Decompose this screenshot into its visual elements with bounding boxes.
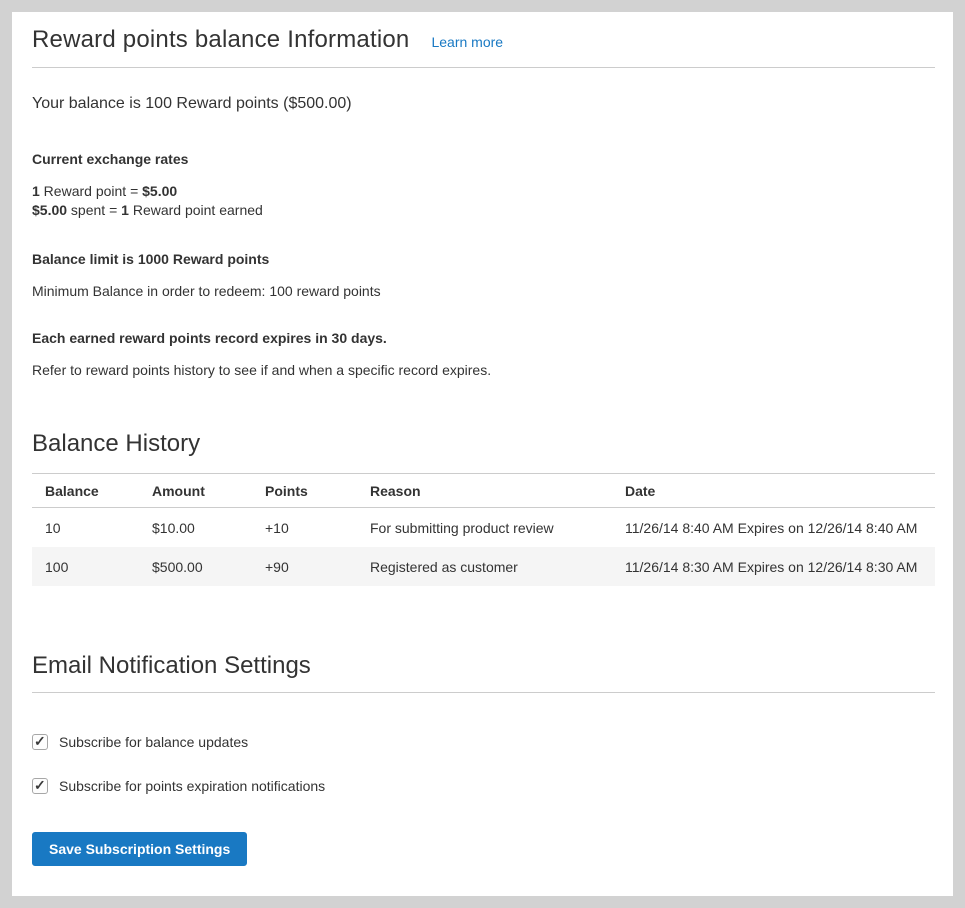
panel-header: Reward points balance Information Learn … (32, 26, 935, 54)
table-header: Balance Amount Points Reason Date (32, 474, 935, 508)
reward-points-panel: Reward points balance Information Learn … (12, 12, 953, 896)
points-expiration-option[interactable]: Subscribe for points expiration notifica… (32, 778, 935, 794)
save-subscription-settings-button[interactable]: Save Subscription Settings (32, 832, 247, 866)
balance-summary: Your balance is 100 Reward points ($500.… (32, 95, 935, 113)
expiration-hint: Refer to reward points history to see if… (32, 362, 935, 378)
exchange-rate-lines: 1 Reward point = $5.00 $5.00 spent = 1 R… (32, 182, 935, 220)
balance-updates-checkbox[interactable] (32, 734, 48, 750)
expiration-note: Each earned reward points record expires… (32, 330, 935, 346)
table-row: 10 $10.00 +10 For submitting product rev… (32, 508, 935, 548)
balance-limit-note: Balance limit is 1000 Reward points (32, 251, 935, 267)
cell-balance: 100 (32, 547, 139, 586)
points-expiration-checkbox[interactable] (32, 778, 48, 794)
exchange-rates-heading: Current exchange rates (32, 151, 935, 167)
learn-more-link[interactable]: Learn more (431, 34, 503, 50)
divider (32, 692, 935, 693)
column-header-amount: Amount (139, 474, 252, 508)
balance-updates-option[interactable]: Subscribe for balance updates (32, 734, 935, 750)
cell-date: 11/26/14 8:30 AM Expires on 12/26/14 8:3… (612, 547, 935, 586)
cell-reason: Registered as customer (357, 547, 612, 586)
cell-reason: For submitting product review (357, 508, 612, 548)
cell-balance: 10 (32, 508, 139, 548)
cell-points: +10 (252, 508, 357, 548)
balance-history-heading: Balance History (32, 430, 935, 458)
cell-amount: $10.00 (139, 508, 252, 548)
table-row: 100 $500.00 +90 Registered as customer 1… (32, 547, 935, 586)
balance-history-table: Balance Amount Points Reason Date 10 $10… (32, 473, 935, 586)
exchange-rate-line-2: $5.00 spent = 1 Reward point earned (32, 201, 935, 220)
cell-points: +90 (252, 547, 357, 586)
column-header-balance: Balance (32, 474, 139, 508)
column-header-reason: Reason (357, 474, 612, 508)
minimum-balance-note: Minimum Balance in order to redeem: 100 … (32, 283, 935, 299)
column-header-date: Date (612, 474, 935, 508)
page-title: Reward points balance Information (32, 26, 409, 54)
cell-date: 11/26/14 8:40 AM Expires on 12/26/14 8:4… (612, 508, 935, 548)
checkbox-label[interactable]: Subscribe for balance updates (59, 734, 248, 750)
cell-amount: $500.00 (139, 547, 252, 586)
divider (32, 67, 935, 68)
exchange-rate-line-1: 1 Reward point = $5.00 (32, 182, 935, 201)
column-header-points: Points (252, 474, 357, 508)
email-settings-heading: Email Notification Settings (32, 652, 935, 680)
checkbox-label[interactable]: Subscribe for points expiration notifica… (59, 778, 325, 794)
